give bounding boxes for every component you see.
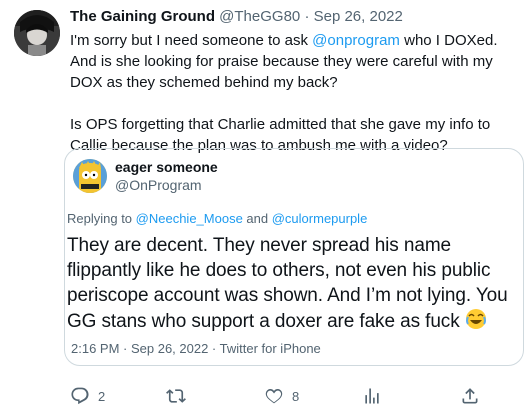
views-button[interactable] <box>362 384 382 408</box>
avatar[interactable] <box>14 10 60 56</box>
tweet-text-part: I'm sorry but I need someone to ask <box>70 32 313 49</box>
quoted-tweet[interactable]: eager someone @OnProgram Replying to @Ne… <box>64 148 524 366</box>
replying-to-and: and <box>242 211 272 226</box>
quoted-display-name[interactable]: eager someone <box>115 159 218 175</box>
quoted-handle[interactable]: @OnProgram <box>115 177 202 193</box>
retweet-icon <box>166 386 186 406</box>
replying-to-user[interactable]: @Neechie_Moose <box>136 211 243 226</box>
mention-link[interactable]: @onprogram <box>312 32 400 49</box>
reply-icon <box>70 386 90 406</box>
tweet: The Gaining Ground @TheGG80 · Sep 26, 20… <box>0 0 532 420</box>
tweet-header: The Gaining Ground @TheGG80 · Sep 26, 20… <box>70 8 403 25</box>
quoted-text-body: They are decent. They never spread his n… <box>67 235 508 332</box>
like-button[interactable]: 8 <box>264 384 299 408</box>
tweet-date[interactable]: Sep 26, 2022 <box>314 8 403 25</box>
laughing-emoji <box>465 308 487 337</box>
share-button[interactable] <box>460 384 480 408</box>
quoted-avatar[interactable] <box>73 159 107 193</box>
tweet-text: I'm sorry but I need someone to ask @onp… <box>70 30 522 156</box>
reply-button[interactable]: 2 <box>70 384 105 408</box>
reply-count: 2 <box>98 388 106 404</box>
replying-to-user[interactable]: @culormepurple <box>272 211 368 226</box>
share-icon <box>460 386 480 406</box>
handle[interactable]: @TheGG80 <box>219 8 300 25</box>
display-name[interactable]: The Gaining Ground <box>70 8 215 25</box>
quoted-timestamp[interactable]: 2:16 PM · Sep 26, 2022 · Twitter for iPh… <box>71 341 321 356</box>
action-bar: 2 8 <box>64 384 524 408</box>
replying-to-label: Replying to <box>67 211 136 226</box>
retweet-button[interactable] <box>166 384 194 408</box>
heart-icon <box>264 386 284 406</box>
tweet-paragraph-1: I'm sorry but I need someone to ask @onp… <box>70 30 522 93</box>
like-count: 8 <box>292 388 300 404</box>
separator: · <box>304 8 310 25</box>
analytics-icon <box>362 386 382 406</box>
replying-to: Replying to @Neechie_Moose and @culormep… <box>67 211 367 226</box>
quoted-text: They are decent. They never spread his n… <box>67 233 522 337</box>
